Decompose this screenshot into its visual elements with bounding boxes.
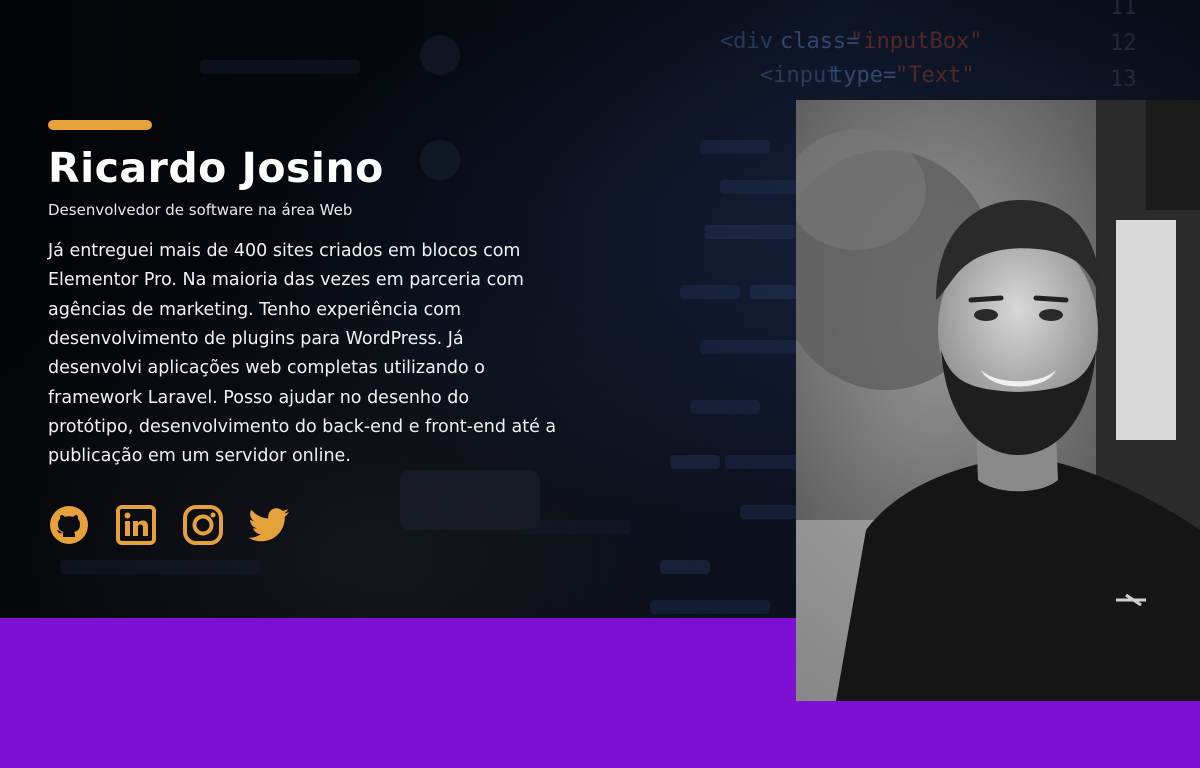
profile-role: Desenvolvedor de software na área Web xyxy=(48,201,353,220)
svg-text:"inputBox": "inputBox" xyxy=(850,29,982,54)
profile-photo-image xyxy=(796,100,1200,701)
profile-content: Ricardo Josino Desenvolvedor de software… xyxy=(48,120,558,546)
svg-text:12: 12 xyxy=(1110,31,1137,56)
svg-text:"Text": "Text" xyxy=(895,63,974,88)
svg-text:class=: class= xyxy=(780,29,859,54)
instagram-icon xyxy=(183,504,223,545)
svg-text:11: 11 xyxy=(1110,0,1137,20)
twitter-link[interactable] xyxy=(249,504,291,546)
profile-name: Ricardo Josino xyxy=(48,144,384,192)
github-icon xyxy=(50,505,88,544)
instagram-link[interactable] xyxy=(182,504,224,546)
svg-text:type=: type= xyxy=(830,63,896,88)
profile-photo xyxy=(796,100,1200,701)
accent-bar xyxy=(48,120,152,130)
svg-text:<input: <input xyxy=(760,63,839,88)
linkedin-link[interactable] xyxy=(115,504,157,546)
profile-bio: Já entreguei mais de 400 sites criados e… xyxy=(48,241,557,467)
svg-text:<div: <div xyxy=(720,29,773,54)
twitter-icon xyxy=(249,507,289,541)
social-links xyxy=(48,504,558,546)
linkedin-icon xyxy=(116,504,156,545)
svg-text:13: 13 xyxy=(1110,67,1137,92)
github-link[interactable] xyxy=(48,504,90,546)
